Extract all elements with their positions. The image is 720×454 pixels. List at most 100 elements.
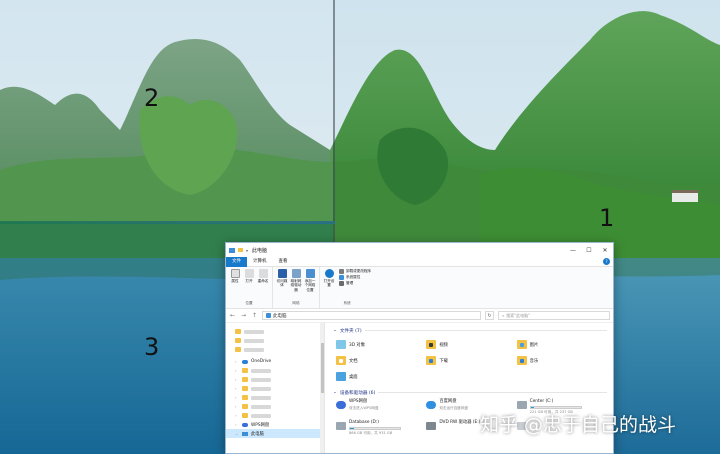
folder-item-music[interactable]: 音乐 xyxy=(516,354,607,367)
checkmark-properties-icon xyxy=(230,269,240,278)
tab-computer[interactable]: 计算机 xyxy=(247,257,273,267)
snap-zone-2[interactable] xyxy=(0,0,333,222)
chevron-down-icon[interactable]: ⌄ xyxy=(235,431,239,436)
nav-item-folder[interactable] xyxy=(226,345,324,354)
open-settings-button[interactable]: 打开设置 xyxy=(323,269,335,301)
manage-icon xyxy=(339,281,344,286)
rename-icon xyxy=(258,269,268,278)
media-icon xyxy=(277,269,287,278)
downloads-folder-icon xyxy=(426,356,437,365)
tab-view[interactable]: 查看 xyxy=(273,257,294,267)
access-media-button[interactable]: 访问媒体 xyxy=(276,269,288,301)
drive-item-d[interactable]: Database (D:) 866 GB 可用，共 931 GB xyxy=(336,420,426,438)
folder-icon xyxy=(242,377,248,382)
chevron-right-icon[interactable]: › xyxy=(235,368,239,373)
redacted-label xyxy=(244,329,264,334)
music-folder-icon xyxy=(516,356,527,365)
zone-number-3: 3 xyxy=(144,333,160,361)
add-network-location-button[interactable]: 添加一个网络位置 xyxy=(304,269,316,301)
nav-item-folder[interactable]: › xyxy=(226,393,324,402)
ribbon-group-label: 系统 xyxy=(343,301,351,305)
address-input[interactable]: 此电脑 xyxy=(262,311,481,320)
nav-item-folder[interactable]: › xyxy=(226,411,324,420)
pictures-folder-icon xyxy=(516,340,527,349)
folder-item-desktop[interactable]: 桌面 xyxy=(336,370,426,383)
folder-item-pictures[interactable]: 图片 xyxy=(516,338,607,351)
chevron-right-icon[interactable]: › xyxy=(235,377,239,382)
redacted-label xyxy=(251,395,271,400)
nav-scrollbar-thumb[interactable] xyxy=(320,343,324,393)
nav-item-wps[interactable]: › WPS网盘 xyxy=(226,420,324,429)
nav-item-this-pc[interactable]: ⌄ 此电脑 xyxy=(226,429,324,438)
ribbon-group-label: 网络 xyxy=(292,301,300,305)
uninstall-icon xyxy=(339,269,344,274)
nav-item-folder[interactable]: › xyxy=(226,366,324,375)
pc-icon xyxy=(266,313,271,318)
drive-item-wps[interactable]: WPS网盘 双击进入WPS网盘 xyxy=(336,399,426,417)
wps-cloud-icon xyxy=(336,401,346,409)
close-button[interactable]: ✕ xyxy=(597,243,613,257)
folder-icon xyxy=(235,329,241,334)
rename-button[interactable]: 重命名 xyxy=(257,269,269,301)
videos-folder-icon xyxy=(426,340,437,349)
folder-icon xyxy=(242,404,248,409)
redacted-label xyxy=(244,338,264,343)
search-input[interactable]: ⌕ 搜索"此电脑" xyxy=(498,311,610,320)
documents-folder-icon xyxy=(336,356,346,365)
chevron-right-icon[interactable]: › xyxy=(235,413,239,418)
system-properties-button[interactable]: 系统属性 xyxy=(339,275,371,280)
help-icon[interactable]: ? xyxy=(603,258,610,265)
folders-section-header[interactable]: ⌄ 文件夹 (7) xyxy=(333,327,607,334)
back-arrow-icon[interactable]: ← xyxy=(229,312,236,319)
nav-item-folder[interactable] xyxy=(226,336,324,345)
chevron-down-icon[interactable]: ⌄ xyxy=(333,390,337,395)
manage-button[interactable]: 管理 xyxy=(339,281,371,286)
tab-file[interactable]: 文件 xyxy=(226,256,247,267)
up-arrow-icon[interactable]: ↑ xyxy=(251,312,258,319)
nav-item-onedrive[interactable]: › OneDrive xyxy=(226,357,324,366)
ribbon: 属性 打开 重命名 位置 访问媒体 映射网络驱动器 添加一个网络位置 网络 打开… xyxy=(226,267,613,309)
quick-access-toolbar: ▾ xyxy=(229,247,248,253)
map-network-drive-button[interactable]: 映射网络驱动器 xyxy=(290,269,302,301)
chevron-down-icon[interactable]: ▾ xyxy=(246,248,248,253)
folder-item-downloads[interactable]: 下载 xyxy=(426,354,516,367)
chevron-right-icon[interactable]: › xyxy=(235,422,239,427)
chevron-right-icon[interactable]: › xyxy=(235,395,239,400)
3d-objects-folder-icon xyxy=(336,340,346,349)
window-title: 此电脑 xyxy=(252,247,268,254)
pc-icon xyxy=(229,247,235,253)
check-icon xyxy=(339,275,344,280)
folder-icon xyxy=(242,413,248,418)
section-divider xyxy=(378,392,607,393)
open-button[interactable]: 打开 xyxy=(243,269,255,301)
forward-arrow-icon[interactable]: → xyxy=(240,312,247,319)
properties-button[interactable]: 属性 xyxy=(229,269,241,301)
folder-item-documents[interactable]: 文档 xyxy=(336,354,426,367)
navigation-pane[interactable]: › OneDrive › › › › › › › WPS网盘 ⌄ 此电脑 xyxy=(226,323,325,453)
folder-small-icon[interactable] xyxy=(238,248,243,252)
nav-item-folder[interactable]: › xyxy=(226,384,324,393)
drive-usage-bar xyxy=(529,405,582,409)
chevron-right-icon[interactable]: › xyxy=(235,404,239,409)
folder-item-3d-objects[interactable]: 3D 对象 xyxy=(336,338,426,351)
ribbon-group-network: 访问媒体 映射网络驱动器 添加一个网络位置 网络 xyxy=(273,267,320,308)
nav-item-folder[interactable]: › xyxy=(226,402,324,411)
chevron-right-icon[interactable]: › xyxy=(235,386,239,391)
folder-item-videos[interactable]: 视频 xyxy=(426,338,516,351)
ribbon-group-label: 位置 xyxy=(245,301,253,305)
nav-item-folder[interactable]: › xyxy=(226,375,324,384)
refresh-icon[interactable]: ↻ xyxy=(485,311,494,320)
chevron-right-icon[interactable]: › xyxy=(235,359,239,364)
drives-section-header[interactable]: ⌄ 设备和驱动器 (6) xyxy=(333,389,607,396)
minimize-button[interactable]: — xyxy=(565,243,581,257)
title-bar[interactable]: ▾ 此电脑 — ☐ ✕ xyxy=(226,243,613,257)
uninstall-program-button[interactable]: 卸载或更改程序 xyxy=(339,269,371,274)
maximize-button[interactable]: ☐ xyxy=(581,243,597,257)
zone-number-2: 2 xyxy=(144,84,160,112)
folder-icon xyxy=(242,368,248,373)
watermark: 知乎 @忠于自己的战斗 xyxy=(480,414,677,436)
hard-drive-icon xyxy=(336,422,346,430)
section-divider xyxy=(364,330,607,331)
nav-item-folder[interactable] xyxy=(226,327,324,336)
chevron-down-icon[interactable]: ⌄ xyxy=(333,328,337,333)
